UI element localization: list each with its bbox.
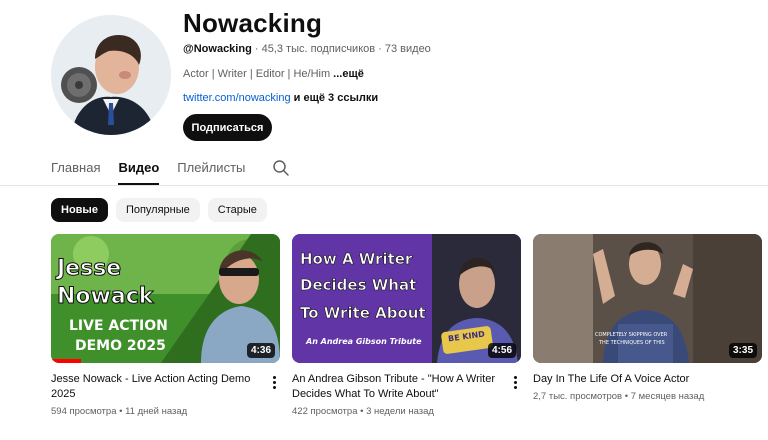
- thumbnail-caption: Nowack: [56, 284, 154, 310]
- video-meta: 2,7 тыс. просмотров • 7 месяцев назад: [533, 391, 705, 402]
- video-card[interactable]: How A Writer Decides What To Write About…: [292, 234, 521, 417]
- video-grid: Jesse Nowack LIVE ACTION DEMO 2025 4:36 …: [51, 234, 762, 417]
- search-icon[interactable]: [271, 158, 291, 178]
- thumbnail-caption: DEMO 2025: [75, 338, 166, 354]
- channel-description[interactable]: Actor | Writer | Editor | He/Him ...ещё: [183, 68, 364, 80]
- video-duration: 4:56: [487, 343, 516, 358]
- video-thumbnail[interactable]: Jesse Nowack LIVE ACTION DEMO 2025 4:36: [51, 234, 280, 363]
- video-title[interactable]: Jesse Nowack - Live Action Acting Demo 2…: [51, 372, 263, 402]
- video-thumbnail[interactable]: How A Writer Decides What To Write About…: [292, 234, 521, 363]
- upload-age: 7 месяцев назад: [630, 391, 705, 402]
- tabs-divider: [0, 185, 768, 186]
- video-thumbnail[interactable]: COMPLETELY SKIPPING OVER THE TECHNIQUES …: [533, 234, 762, 363]
- subscribe-button[interactable]: Подписаться: [183, 114, 272, 141]
- video-meta: 594 просмотра • 11 дней назад: [51, 406, 188, 417]
- view-count: 594 просмотра: [51, 406, 117, 417]
- chip-oldest[interactable]: Старые: [207, 198, 267, 222]
- video-duration: 4:36: [246, 343, 275, 358]
- thumbnail-caption: THE TECHNIQUES OF THIS: [599, 340, 665, 346]
- video-title[interactable]: Day In The Life Of A Voice Actor: [533, 372, 745, 387]
- tab-home[interactable]: Главная: [51, 150, 100, 185]
- video-title[interactable]: An Andrea Gibson Tribute - "How A Writer…: [292, 372, 504, 402]
- channel-handle: @Nowacking: [183, 43, 252, 55]
- thumbnail-caption: COMPLETELY SKIPPING OVER: [595, 332, 668, 338]
- channel-meta: @Nowacking · 45,3 тыс. подписчиков · 73 …: [183, 43, 431, 55]
- view-count: 2,7 тыс. просмотров: [533, 391, 623, 402]
- video-card[interactable]: Jesse Nowack LIVE ACTION DEMO 2025 4:36 …: [51, 234, 280, 417]
- tab-playlists[interactable]: Плейлисты: [177, 150, 245, 185]
- more-vert-icon[interactable]: [509, 374, 521, 390]
- video-meta: 422 просмотра • 3 недели назад: [292, 406, 434, 417]
- thumbnail-caption: LIVE ACTION: [69, 318, 168, 334]
- thumbnail-caption: How A Writer: [300, 250, 413, 269]
- upload-age: 3 недели назад: [366, 406, 434, 417]
- channel-name: Nowacking: [183, 8, 323, 38]
- thumbnail-caption: An Andrea Gibson Tribute: [306, 337, 422, 346]
- channel-tabs: Главная Видео Плейлисты: [51, 150, 291, 186]
- description-text: Actor | Writer | Editor | He/Him: [183, 68, 331, 80]
- thumbnail-caption: Jesse: [56, 256, 122, 282]
- sort-chips: Новые Популярные Старые: [51, 198, 267, 222]
- more-links[interactable]: и ещё 3 ссылки: [291, 92, 378, 104]
- description-more-link[interactable]: ...ещё: [330, 68, 364, 80]
- thumbnail-caption: To Write About: [300, 304, 426, 323]
- tab-videos[interactable]: Видео: [118, 150, 159, 185]
- twitter-link[interactable]: twitter.com/nowacking: [183, 92, 291, 104]
- channel-avatar[interactable]: [51, 15, 171, 135]
- chip-newest[interactable]: Новые: [51, 198, 108, 222]
- thumbnail-caption: Decides What: [300, 276, 417, 295]
- chip-popular[interactable]: Популярные: [115, 198, 200, 222]
- view-count: 422 просмотра: [292, 406, 358, 417]
- channel-header: Nowacking @Nowacking · 45,3 тыс. подписч…: [51, 8, 751, 148]
- more-vert-icon[interactable]: [268, 374, 280, 390]
- upload-age: 11 дней назад: [125, 406, 188, 417]
- channel-links: twitter.com/nowacking и ещё 3 ссылки: [183, 92, 378, 104]
- video-card[interactable]: COMPLETELY SKIPPING OVER THE TECHNIQUES …: [533, 234, 762, 417]
- channel-stats: · 45,3 тыс. подписчиков · 73 видео: [251, 43, 431, 55]
- video-duration: 3:35: [728, 343, 757, 358]
